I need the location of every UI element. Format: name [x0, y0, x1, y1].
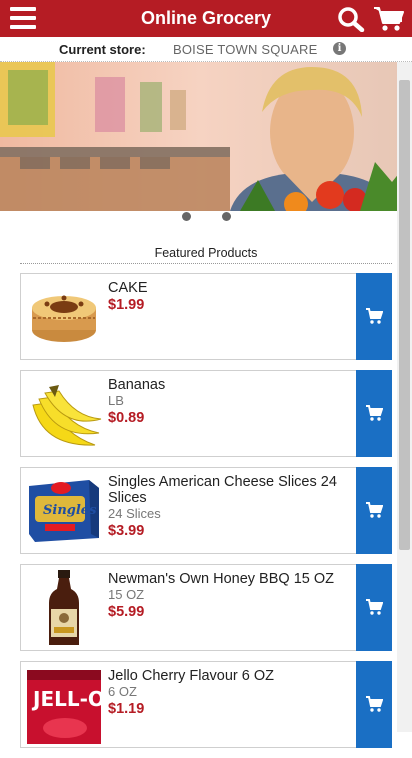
- add-to-cart-button[interactable]: [356, 564, 392, 651]
- add-to-cart-icon: [366, 502, 383, 518]
- carousel-dot-2[interactable]: [222, 212, 231, 221]
- product-name[interactable]: Newman's Own Honey BBQ 15 OZ: [108, 571, 356, 587]
- add-to-cart-icon: [366, 599, 383, 615]
- scrollbar-thumb[interactable]: [399, 80, 410, 550]
- product-price: $5.99: [108, 604, 145, 620]
- product-image-cake[interactable]: [25, 278, 103, 356]
- store-selector[interactable]: Current store: BOISE TOWN SQUARE i: [0, 37, 412, 62]
- product-image-bananas[interactable]: [25, 375, 103, 453]
- store-label: Current store:: [59, 42, 146, 57]
- svg-text:Singles: Singles: [43, 503, 97, 518]
- product-name[interactable]: CAKE: [108, 280, 356, 296]
- store-name[interactable]: BOISE TOWN SQUARE: [173, 42, 318, 57]
- product-card[interactable]: Newman's Own Honey BBQ 15 OZ 15 OZ $5.99: [20, 564, 392, 651]
- svg-text:JELL-O: JELL-O: [31, 687, 103, 711]
- product-card[interactable]: Singles Singles American Cheese Slices 2…: [20, 467, 392, 554]
- product-unit: LB: [108, 393, 124, 408]
- product-image-cheese-slices[interactable]: Singles: [25, 472, 103, 550]
- product-image-jello[interactable]: JELL-O: [25, 666, 105, 744]
- info-icon[interactable]: i: [333, 42, 346, 55]
- featured-products-title: Featured Products: [20, 246, 392, 264]
- add-to-cart-icon: [366, 405, 383, 421]
- product-name[interactable]: Jello Cherry Flavour 6 OZ: [108, 668, 356, 684]
- product-card[interactable]: JELL-O Jello Cherry Flavour 6 OZ 6 OZ $1…: [20, 661, 392, 748]
- add-to-cart-button[interactable]: [356, 467, 392, 554]
- search-icon[interactable]: [337, 6, 365, 33]
- product-name[interactable]: Bananas: [108, 377, 356, 393]
- scrollbar[interactable]: [397, 62, 412, 732]
- product-price: $1.99: [108, 297, 145, 313]
- product-card[interactable]: CAKE $1.99: [20, 273, 392, 360]
- product-unit: 24 Slices: [108, 506, 161, 521]
- shopping-cart-icon[interactable]: [373, 5, 405, 33]
- product-unit: 6 OZ: [108, 684, 137, 699]
- add-to-cart-icon: [366, 696, 383, 712]
- product-price: $0.89: [108, 410, 145, 426]
- app-header: Online Grocery: [0, 0, 412, 37]
- product-card[interactable]: Bananas LB $0.89: [20, 370, 392, 457]
- product-price: $1.19: [108, 701, 145, 717]
- add-to-cart-button[interactable]: [356, 661, 392, 748]
- add-to-cart-button[interactable]: [356, 273, 392, 360]
- product-price: $3.99: [108, 523, 145, 539]
- carousel-dot-1[interactable]: [182, 212, 191, 221]
- product-image-bbq-sauce[interactable]: [25, 569, 103, 647]
- add-to-cart-icon: [366, 308, 383, 324]
- promo-banner[interactable]: [0, 62, 400, 211]
- add-to-cart-button[interactable]: [356, 370, 392, 457]
- product-unit: 15 OZ: [108, 587, 145, 602]
- product-name[interactable]: Singles American Cheese Slices 24 Slices: [108, 474, 356, 506]
- product-list: CAKE $1.99 Bananas LB $0.89 Singles Sing…: [20, 273, 392, 758]
